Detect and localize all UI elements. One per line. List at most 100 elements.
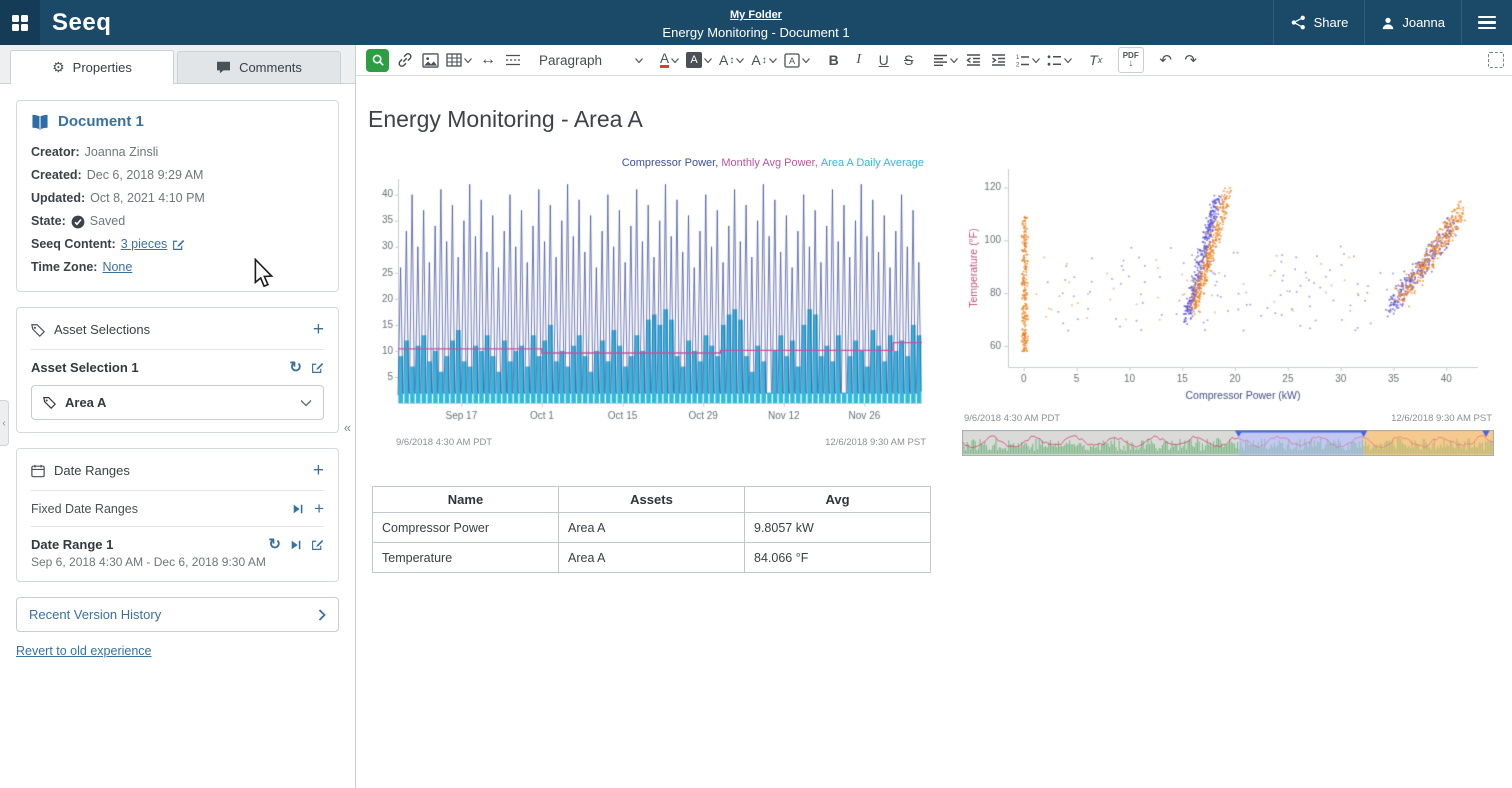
step-date-range-icon[interactable] — [290, 539, 302, 551]
calendar-icon — [31, 464, 45, 478]
timezone-link[interactable]: None — [102, 256, 132, 279]
main-menu-button[interactable] — [1461, 0, 1512, 45]
page-break-button[interactable] — [502, 48, 524, 72]
refresh-asset-selection-icon[interactable]: ↻ — [289, 360, 302, 375]
meta-created: Created: Dec 6, 2018 9:29 AM — [31, 164, 324, 187]
insert-symbol-button[interactable]: A — [782, 48, 812, 72]
cell-avg: 84.066 °F — [745, 543, 931, 573]
add-fixed-date-range-button[interactable]: + — [314, 500, 324, 517]
insert-hr-button[interactable]: ↔ — [477, 48, 499, 72]
seeq-logo: Seeq — [52, 9, 111, 37]
export-pdf-button[interactable]: PDF ↓ — [1118, 47, 1144, 73]
chevron-down-icon — [736, 58, 744, 63]
apps-menu-button[interactable] — [0, 0, 40, 45]
svg-text:A: A — [789, 56, 795, 66]
table-header-row: Name Assets Avg — [373, 487, 931, 513]
cell-name: Temperature — [373, 543, 559, 573]
trend-start-timestamp: 9/6/2018 4:30 AM PDT — [396, 437, 492, 448]
font-size-icon: A — [719, 52, 728, 68]
tab-comments[interactable]: Comments — [177, 51, 341, 83]
align-button[interactable] — [931, 48, 960, 72]
asset-select-dropdown[interactable]: Area A — [31, 385, 324, 420]
insert-seeq-content-button[interactable] — [364, 48, 391, 72]
sidebar-collapse-icon[interactable]: « — [344, 420, 351, 435]
cell-assets: Area A — [559, 543, 745, 573]
document-title: Energy Monitoring - Document 1 — [662, 25, 849, 40]
meta-state: State: Saved — [31, 210, 324, 233]
add-date-range-button[interactable]: + — [313, 461, 324, 480]
scatter-start-timestamp: 9/6/2018 4:30 AM PDT — [964, 413, 1060, 424]
seeq-content-icon — [366, 49, 389, 72]
background-color-button[interactable]: A — [684, 48, 714, 72]
undo-button[interactable]: ↶ — [1155, 48, 1177, 72]
summary-table: Name Assets Avg Compressor Power Area A … — [372, 486, 931, 573]
svg-text:2: 2 — [1016, 62, 1020, 67]
insert-link-button[interactable] — [394, 48, 416, 72]
trend-time-range: 9/6/2018 4:30 AM PDT 12/6/2018 9:30 AM P… — [368, 435, 930, 448]
chevron-down-icon — [300, 399, 312, 407]
sidebar-tabs: ⚙ Properties Comments — [0, 45, 355, 84]
share-icon — [1290, 15, 1307, 30]
step-to-end-icon[interactable] — [292, 503, 304, 515]
refresh-date-range-icon[interactable]: ↻ — [268, 537, 281, 552]
document-properties-card: Document 1 Creator: Joanna Zinsli Create… — [16, 100, 339, 292]
panel-collapse-handle[interactable]: ‹ — [0, 400, 9, 446]
add-asset-selection-button[interactable]: + — [313, 320, 324, 339]
document-name: Document 1 — [58, 113, 144, 130]
date-ranges-header: Date Ranges — [54, 463, 130, 478]
clear-formatting-icon: T — [1089, 52, 1098, 68]
outdent-button[interactable] — [963, 48, 985, 72]
ordered-list-button[interactable]: 12 — [1013, 48, 1042, 72]
cell-assets: Area A — [559, 513, 745, 543]
recent-version-history-button[interactable]: Recent Version History — [16, 597, 339, 632]
font-size-button[interactable]: A↕ — [717, 48, 746, 72]
breadcrumb-my-folder[interactable]: My Folder — [730, 9, 782, 21]
image-icon — [422, 53, 439, 68]
user-name: Joanna — [1402, 15, 1445, 30]
editor-toolbar: ↔ Paragraph A A — [356, 45, 1512, 76]
link-icon — [397, 52, 413, 68]
tab-properties[interactable]: ⚙ Properties — [10, 50, 174, 84]
bold-button[interactable]: B — [823, 48, 845, 72]
bullet-list-button[interactable] — [1045, 48, 1074, 72]
chevron-down-icon — [802, 58, 810, 63]
page-break-icon — [505, 53, 521, 67]
legend-monthly-avg-power: Monthly Avg Power — [721, 157, 820, 173]
paragraph-style-dropdown[interactable]: Paragraph — [535, 48, 647, 72]
scatter-end-timestamp: 12/6/2018 9:30 AM PST — [1391, 413, 1492, 424]
fullscreen-button[interactable] — [1488, 52, 1504, 68]
date-range-name: Date Range 1 — [31, 537, 113, 552]
seeq-content-link[interactable]: 3 pieces — [121, 233, 168, 256]
text-color-button[interactable]: A — [658, 48, 681, 72]
page-title: Energy Monitoring - Area A — [368, 106, 1496, 133]
edit-asset-selection-icon[interactable] — [311, 361, 324, 374]
share-button[interactable]: Share — [1273, 0, 1365, 45]
user-menu-button[interactable]: Joanna — [1364, 0, 1461, 45]
table-row: Compressor Power Area A 9.8057 kW — [373, 513, 931, 543]
indent-icon — [991, 54, 1006, 66]
bullet-list-icon — [1047, 54, 1062, 67]
ordered-list-icon: 12 — [1015, 54, 1030, 67]
clear-formatting-button[interactable]: Tx — [1085, 48, 1107, 72]
cell-avg: 9.8057 kW — [745, 513, 931, 543]
insert-image-button[interactable] — [419, 48, 441, 72]
strikethrough-button[interactable]: S — [898, 48, 920, 72]
redo-button[interactable]: ↷ — [1180, 48, 1202, 72]
bar-line-chart-canvas — [368, 173, 930, 435]
table-row: Temperature Area A 84.066 °F — [373, 543, 931, 573]
asset-selections-card: Asset Selections + Asset Selection 1 ↻ A… — [16, 307, 339, 433]
insert-table-button[interactable] — [444, 48, 474, 72]
revert-old-experience-link[interactable]: Revert to old experience — [16, 644, 152, 658]
indent-button[interactable] — [988, 48, 1010, 72]
trend-chart-content[interactable]: Compressor Power Monthly Avg Power Area … — [368, 157, 930, 456]
underline-button[interactable]: U — [873, 48, 895, 72]
line-height-button[interactable]: A↕ — [749, 48, 778, 72]
italic-button[interactable]: I — [848, 48, 870, 72]
edit-date-range-icon[interactable] — [311, 538, 324, 551]
chevron-down-icon — [671, 58, 679, 63]
document-editor[interactable]: Energy Monitoring - Area A Compressor Po… — [356, 76, 1512, 573]
edit-content-icon[interactable] — [172, 238, 185, 251]
trend-end-timestamp: 12/6/2018 9:30 AM PST — [825, 437, 926, 448]
saved-check-icon — [71, 215, 85, 229]
scatter-chart-content[interactable]: 9/6/2018 4:30 AM PDT 12/6/2018 9:30 AM P… — [962, 161, 1494, 456]
